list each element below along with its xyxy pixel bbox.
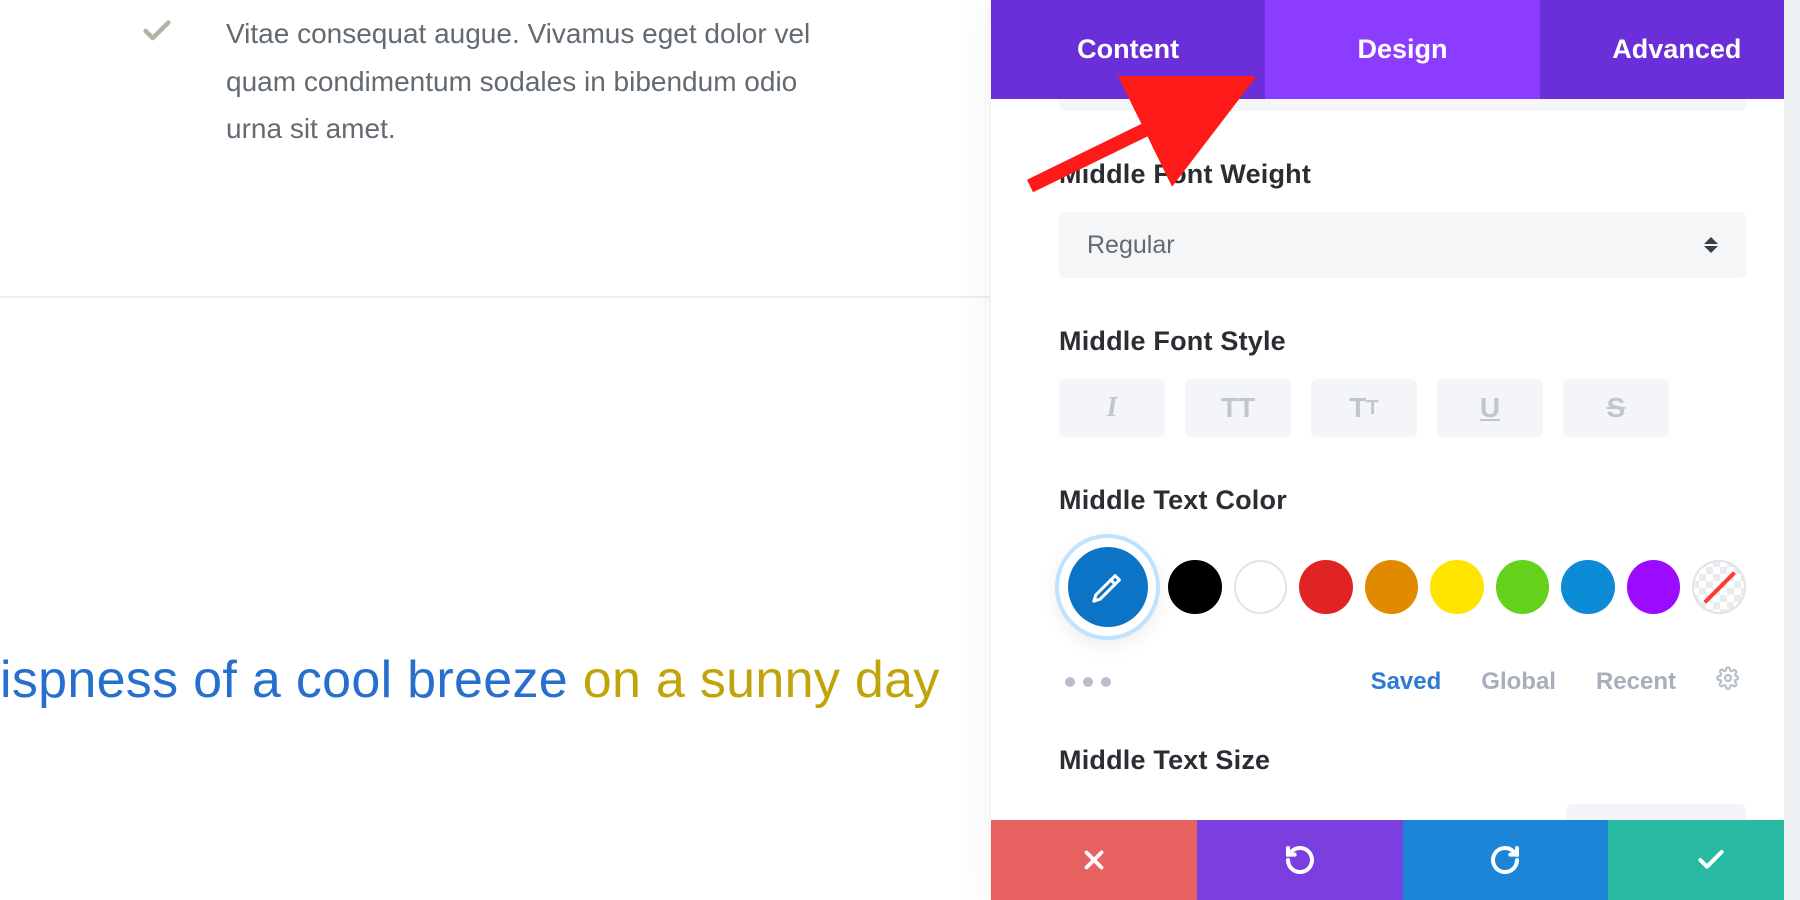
undo-icon xyxy=(1284,844,1316,876)
select-font-weight[interactable]: Regular xyxy=(1059,212,1746,278)
preview-pane: Vitae consequat augue. Vivamus eget dolo… xyxy=(0,0,990,900)
redo-icon xyxy=(1489,844,1521,876)
swatch-blue[interactable] xyxy=(1561,560,1615,614)
right-edge-strip xyxy=(1784,0,1800,900)
style-uppercase-button[interactable]: TT xyxy=(1185,379,1291,437)
swatch-yellow[interactable] xyxy=(1430,560,1484,614)
bullet-item: Vitae consequat augue. Vivamus eget dolo… xyxy=(140,10,860,153)
headline-part-2: on a sunny day xyxy=(568,651,940,709)
swatch-purple[interactable] xyxy=(1627,560,1681,614)
font-weight-value: Regular xyxy=(1087,231,1175,260)
label-text-size: Middle Text Size xyxy=(1059,745,1746,776)
label-font-style: Middle Font Style xyxy=(1059,326,1746,357)
cancel-button[interactable] xyxy=(991,820,1197,900)
style-strikethrough-button[interactable]: S xyxy=(1563,379,1669,437)
close-icon xyxy=(1079,845,1109,875)
headline-preview: ispness of a cool breeze on a sunny day xyxy=(0,650,940,710)
color-tab-recent[interactable]: Recent xyxy=(1596,668,1676,696)
settings-panel: Content Design Advanced Default ▼ Middle… xyxy=(990,0,1800,900)
top-select[interactable]: Default ▼ xyxy=(1059,99,1746,111)
gear-icon[interactable] xyxy=(1716,666,1740,697)
color-tab-saved[interactable]: Saved xyxy=(1371,668,1442,696)
tab-content[interactable]: Content xyxy=(991,0,1265,99)
color-picker-button[interactable] xyxy=(1059,538,1156,636)
style-smallcaps-button[interactable]: TT xyxy=(1311,379,1417,437)
divider xyxy=(0,296,990,298)
check-icon xyxy=(1695,844,1727,876)
color-tab-global[interactable]: Global xyxy=(1481,668,1556,696)
swatch-black[interactable] xyxy=(1168,560,1222,614)
swatch-red[interactable] xyxy=(1299,560,1353,614)
label-text-color: Middle Text Color xyxy=(1059,485,1746,516)
eyedropper-icon xyxy=(1091,570,1125,604)
panel-tabs: Content Design Advanced xyxy=(991,0,1800,99)
swatch-none[interactable] xyxy=(1692,560,1746,614)
panel-body: Default ▼ Middle Font Weight Regular Mid… xyxy=(991,99,1800,820)
undo-button[interactable] xyxy=(1197,820,1403,900)
swatch-green[interactable] xyxy=(1496,560,1550,614)
check-icon xyxy=(140,14,174,53)
bullet-text: Vitae consequat augue. Vivamus eget dolo… xyxy=(226,10,860,153)
style-button-row: I TT TT U S xyxy=(1059,379,1746,437)
swatch-white[interactable] xyxy=(1234,560,1288,614)
updown-caret-icon xyxy=(1704,237,1718,253)
tab-advanced[interactable]: Advanced xyxy=(1540,0,1800,99)
save-button[interactable] xyxy=(1608,820,1800,900)
color-tab-row: Saved Global Recent xyxy=(1059,666,1746,697)
style-underline-button[interactable]: U xyxy=(1437,379,1543,437)
redo-button[interactable] xyxy=(1403,820,1609,900)
color-swatch-row xyxy=(1059,538,1746,636)
more-dots-icon[interactable] xyxy=(1065,677,1111,687)
label-font-weight: Middle Font Weight xyxy=(1059,159,1746,190)
text-size-row: 0px xyxy=(1059,804,1746,820)
headline-part-1: ispness of a cool breeze xyxy=(0,651,568,709)
panel-footer xyxy=(991,820,1800,900)
swatch-orange[interactable] xyxy=(1365,560,1419,614)
style-italic-button[interactable]: I xyxy=(1059,379,1165,437)
text-size-value[interactable]: 0px xyxy=(1566,804,1746,820)
tab-design[interactable]: Design xyxy=(1265,0,1539,99)
